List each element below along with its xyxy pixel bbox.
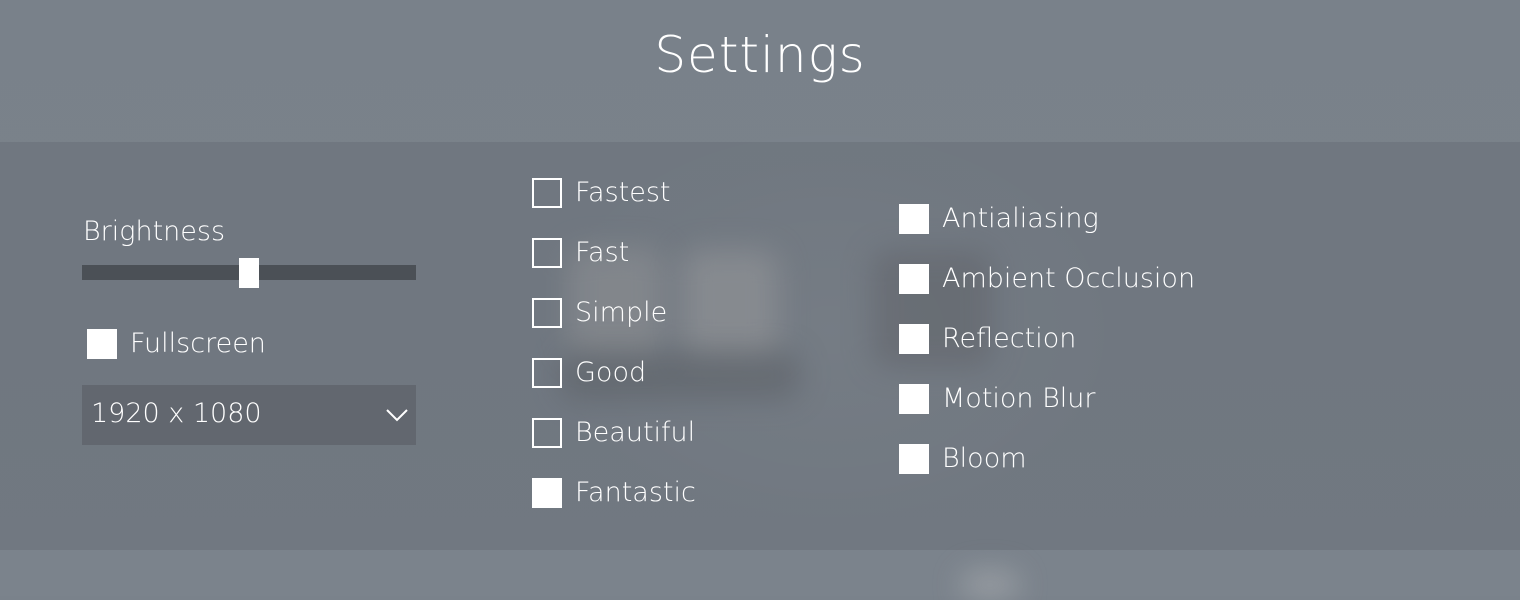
page-title: Settings	[654, 26, 866, 84]
quality-label: Simple	[575, 297, 668, 328]
fullscreen-checkbox[interactable]	[87, 329, 117, 359]
effect-checkbox[interactable]	[899, 264, 929, 294]
quality-checkbox[interactable]	[532, 358, 562, 388]
quality-checkbox[interactable]	[532, 238, 562, 268]
effect-label: Ambient Occlusion	[942, 263, 1196, 294]
quality-label: Fastest	[575, 177, 671, 208]
resolution-dropdown[interactable]: 1920 x 1080	[82, 385, 416, 445]
fullscreen-label: Fullscreen	[130, 328, 266, 359]
effect-label: Antialiasing	[942, 203, 1099, 234]
quality-label: Beautiful	[575, 417, 696, 448]
quality-label: Good	[575, 357, 647, 388]
quality-checkbox[interactable]	[532, 418, 562, 448]
effect-checkbox[interactable]	[899, 324, 929, 354]
effect-checkbox[interactable]	[899, 444, 929, 474]
quality-checkbox[interactable]	[532, 178, 562, 208]
quality-label: Fast	[575, 237, 630, 268]
quality-checkbox[interactable]	[532, 298, 562, 328]
effect-checkbox[interactable]	[899, 384, 929, 414]
quality-label: Fantastic	[575, 477, 696, 508]
effect-checkbox[interactable]	[899, 204, 929, 234]
chevron-down-icon[interactable]	[384, 402, 410, 428]
resolution-value: 1920 x 1080	[91, 398, 262, 429]
brightness-label: Brightness	[83, 216, 226, 247]
brightness-slider-thumb[interactable]	[239, 258, 259, 288]
effect-label: Bloom	[942, 443, 1027, 474]
quality-checkbox[interactable]	[532, 478, 562, 508]
effect-label: Reflection	[942, 323, 1077, 354]
effect-label: Motion Blur	[942, 383, 1096, 414]
